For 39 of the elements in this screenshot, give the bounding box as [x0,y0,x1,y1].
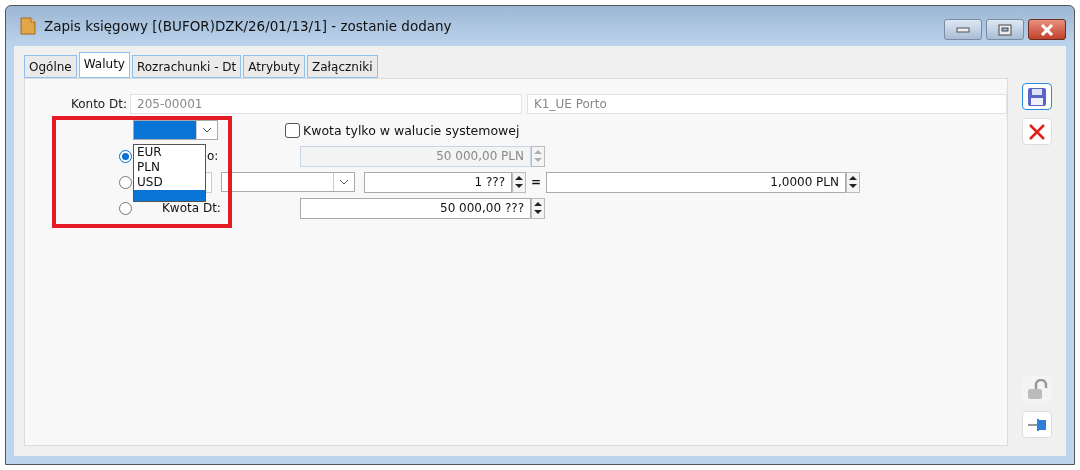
currency-dropdown[interactable] [221,172,355,192]
minimize-icon [956,26,970,33]
spinner-icon[interactable] [512,171,526,193]
equals-sign: = [529,175,543,189]
spinner-icon[interactable] [531,197,545,219]
window-title: Zapis księgowy [(BUFOR)DZK/26/01/13/1] - zostanie dodany [44,18,453,34]
close-button[interactable] [1028,19,1066,40]
minimize-button[interactable] [944,19,982,40]
system-currency-checkbox[interactable]: Kwota tylko w walucie systemowej [285,122,520,138]
currency-dropdown[interactable] [133,120,218,140]
dropdown-option[interactable]: EUR [134,145,205,160]
cancel-button[interactable] [1022,118,1052,145]
field-label: Kwota Dt: [162,201,222,215]
radio-button[interactable] [119,201,132,215]
tab[interactable]: Atrybuty [243,55,306,78]
close-icon [1040,23,1054,36]
field-label: o: [207,149,220,163]
tab[interactable]: Załączniki [307,55,378,78]
tab[interactable]: Rozrachunki - Dt [131,55,242,78]
close-icon [1027,121,1047,142]
dropdown-option[interactable]: USD [134,175,205,190]
dropdown-option[interactable]: PLN [134,160,205,175]
document-icon [20,17,36,35]
tab[interactable]: Ogólne [24,55,77,78]
account-number-field[interactable]: 205-00001 [130,94,522,114]
maximize-button[interactable] [986,19,1024,40]
maximize-icon [998,23,1012,36]
pin-icon [1026,416,1048,433]
spinner-icon[interactable] [846,171,860,193]
account-name-field[interactable]: K1_UE Porto [527,94,1007,114]
tab[interactable]: Waluty [78,52,130,78]
currency-amount-field[interactable]: 50 000,00 ??? [300,197,531,219]
save-button[interactable] [1022,83,1052,110]
padlock-icon[interactable] [1022,376,1052,403]
field-label: Konto Dt: [69,97,128,111]
radio-button[interactable] [119,175,132,189]
rate-field[interactable]: 1,0000 PLN [546,171,846,193]
units-field[interactable]: 1 ??? [364,171,512,193]
pin-button[interactable] [1022,411,1052,438]
